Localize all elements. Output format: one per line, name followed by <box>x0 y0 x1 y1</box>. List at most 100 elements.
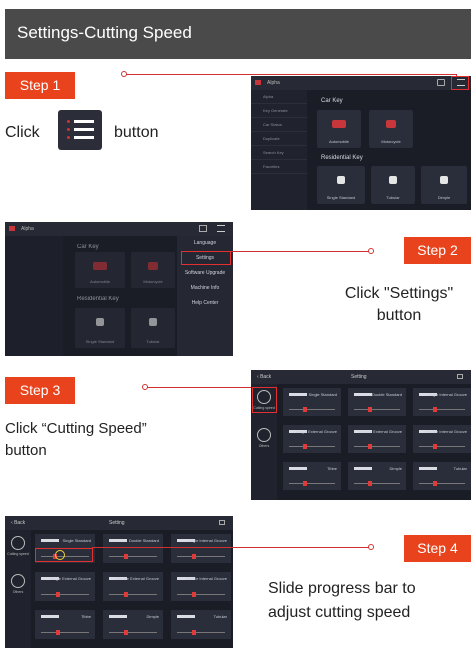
speed-row[interactable]: Double Internal Groove <box>413 425 471 453</box>
app-title: Alpha <box>267 80 280 86</box>
speed-slider-thumb[interactable] <box>303 444 308 449</box>
key-icon <box>337 176 345 184</box>
settings-highlight <box>181 251 231 265</box>
speed-slider-track[interactable] <box>109 556 157 557</box>
speed-row[interactable]: Tubular <box>171 610 231 639</box>
tile-automobile[interactable]: Automobile <box>317 110 361 148</box>
tile-automobile[interactable]: Automobile <box>75 252 125 288</box>
tile-single-standard[interactable]: Single Standard <box>317 166 365 204</box>
speed-row[interactable]: Double Standard <box>348 388 406 416</box>
speed-slider-thumb[interactable] <box>191 592 196 597</box>
menu-icon[interactable] <box>217 225 225 232</box>
speed-slider-thumb[interactable] <box>368 407 373 412</box>
speed-row[interactable]: Single External Groove <box>283 425 341 453</box>
speed-slider-thumb[interactable] <box>303 407 308 412</box>
menu-item-software-upgrade[interactable]: Software Upgrade <box>177 266 233 281</box>
speed-slider-track[interactable] <box>289 483 335 484</box>
speed-slider-thumb[interactable] <box>123 554 128 559</box>
speed-slider-thumb[interactable] <box>55 630 60 635</box>
speed-row[interactable]: Dimple <box>103 610 163 639</box>
setting-title: Setting <box>109 520 125 526</box>
sidebar-item[interactable]: Search Key <box>251 146 307 160</box>
speed-slider-track[interactable] <box>177 594 225 595</box>
speed-slider-thumb[interactable] <box>123 630 128 635</box>
back-button[interactable]: ‹ Back <box>11 520 25 526</box>
others-icon[interactable] <box>11 574 25 588</box>
speed-slider-track[interactable] <box>289 446 335 447</box>
speed-row-label: Double Standard <box>128 538 159 543</box>
speed-row-label: Single Standard <box>308 392 337 397</box>
speed-slider-track[interactable] <box>177 632 225 633</box>
tile-motorcycle[interactable]: Motorcycle <box>369 110 413 148</box>
speed-row[interactable]: Double Standard <box>103 534 163 563</box>
speed-slider-thumb[interactable] <box>191 630 196 635</box>
speed-row[interactable]: Tibbe <box>35 610 95 639</box>
speed-slider-track[interactable] <box>109 632 157 633</box>
speed-row[interactable]: Dimple <box>348 462 406 490</box>
speed-slider-track[interactable] <box>419 446 465 447</box>
back-button[interactable]: ‹ Back <box>257 374 271 380</box>
sidebar-item[interactable]: Alpha <box>251 90 307 104</box>
speed-slider-track[interactable] <box>419 483 465 484</box>
menu-item-help-center[interactable]: Help Center <box>177 296 233 311</box>
speed-slider-track[interactable] <box>41 632 89 633</box>
key-icon <box>149 318 157 326</box>
tile-single-standard[interactable]: Single Standard <box>75 308 125 348</box>
speed-slider-thumb[interactable] <box>433 481 438 486</box>
sidebar-item[interactable]: Key Generate <box>251 104 307 118</box>
others-label: Others <box>12 590 24 594</box>
speed-slider-thumb[interactable] <box>368 444 373 449</box>
message-icon[interactable] <box>199 225 207 232</box>
speed-slider-track[interactable] <box>354 446 400 447</box>
speed-row[interactable]: Single Internal Groove <box>171 534 231 563</box>
menu-item-machine-info[interactable]: Machine Info <box>177 281 233 296</box>
step-3-badge: Step 3 <box>5 377 75 404</box>
speed-slider-thumb[interactable] <box>55 592 60 597</box>
setting-topbar: ‹ Back Setting <box>5 516 233 530</box>
speed-row[interactable]: Tubular <box>413 462 471 490</box>
speed-slider-track[interactable] <box>354 409 400 410</box>
speed-row[interactable]: Double External Groove <box>103 572 163 601</box>
speed-slider-thumb[interactable] <box>433 407 438 412</box>
step-4-text: Slide progress bar to adjust cutting spe… <box>268 577 416 625</box>
app-title: Alpha <box>21 226 34 232</box>
speed-slider-track[interactable] <box>289 409 335 410</box>
step-2-connector <box>231 251 371 252</box>
sidebar-item[interactable]: Favorites <box>251 160 307 174</box>
tile-label: Automobile <box>89 279 110 284</box>
speed-slider-thumb[interactable] <box>191 554 196 559</box>
speed-row[interactable]: Single External Groove <box>35 572 95 601</box>
menu-item-language[interactable]: Language <box>177 236 233 251</box>
speed-slider-thumb[interactable] <box>123 592 128 597</box>
save-icon[interactable] <box>457 374 463 379</box>
speed-slider-track[interactable] <box>419 409 465 410</box>
step-1-badge: Step 1 <box>5 72 75 99</box>
tile-dimple[interactable]: Dimple <box>421 166 467 204</box>
speed-slider-track[interactable] <box>41 594 89 595</box>
others-icon[interactable] <box>257 428 271 442</box>
speed-slider-track[interactable] <box>354 483 400 484</box>
speed-row[interactable]: Double Internal Groove <box>171 572 231 601</box>
sidebar-item[interactable]: Duplicate <box>251 132 307 146</box>
cutting-speed-icon[interactable] <box>11 536 25 550</box>
speed-slider-thumb[interactable] <box>433 444 438 449</box>
sidebar-item[interactable]: Car Status <box>251 118 307 132</box>
tile-motorcycle[interactable]: Motorcycle <box>131 252 175 288</box>
speed-row[interactable]: Single Standard <box>283 388 341 416</box>
speed-row[interactable]: Single Internal Groove <box>413 388 471 416</box>
tile-tubular[interactable]: Tubular <box>371 166 415 204</box>
speed-slider-track[interactable] <box>177 556 225 557</box>
message-icon[interactable] <box>437 79 445 86</box>
speed-row-label: Tibbe <box>327 466 337 471</box>
tile-tubular[interactable]: Tubular <box>131 308 175 348</box>
screenshot-home: Alpha Alpha Key Generate Car Status Dupl… <box>251 76 471 210</box>
speed-slider-track[interactable] <box>109 594 157 595</box>
speed-row[interactable]: Tibbe <box>283 462 341 490</box>
save-icon[interactable] <box>219 520 225 525</box>
speed-row[interactable]: Double External Groove <box>348 425 406 453</box>
key-blade-icon <box>354 393 372 396</box>
speed-slider-thumb[interactable] <box>368 481 373 486</box>
speed-slider-thumb[interactable] <box>303 481 308 486</box>
speed-row-label: Single Standard <box>62 538 91 543</box>
setting-topbar: ‹ Back Setting <box>251 370 471 384</box>
